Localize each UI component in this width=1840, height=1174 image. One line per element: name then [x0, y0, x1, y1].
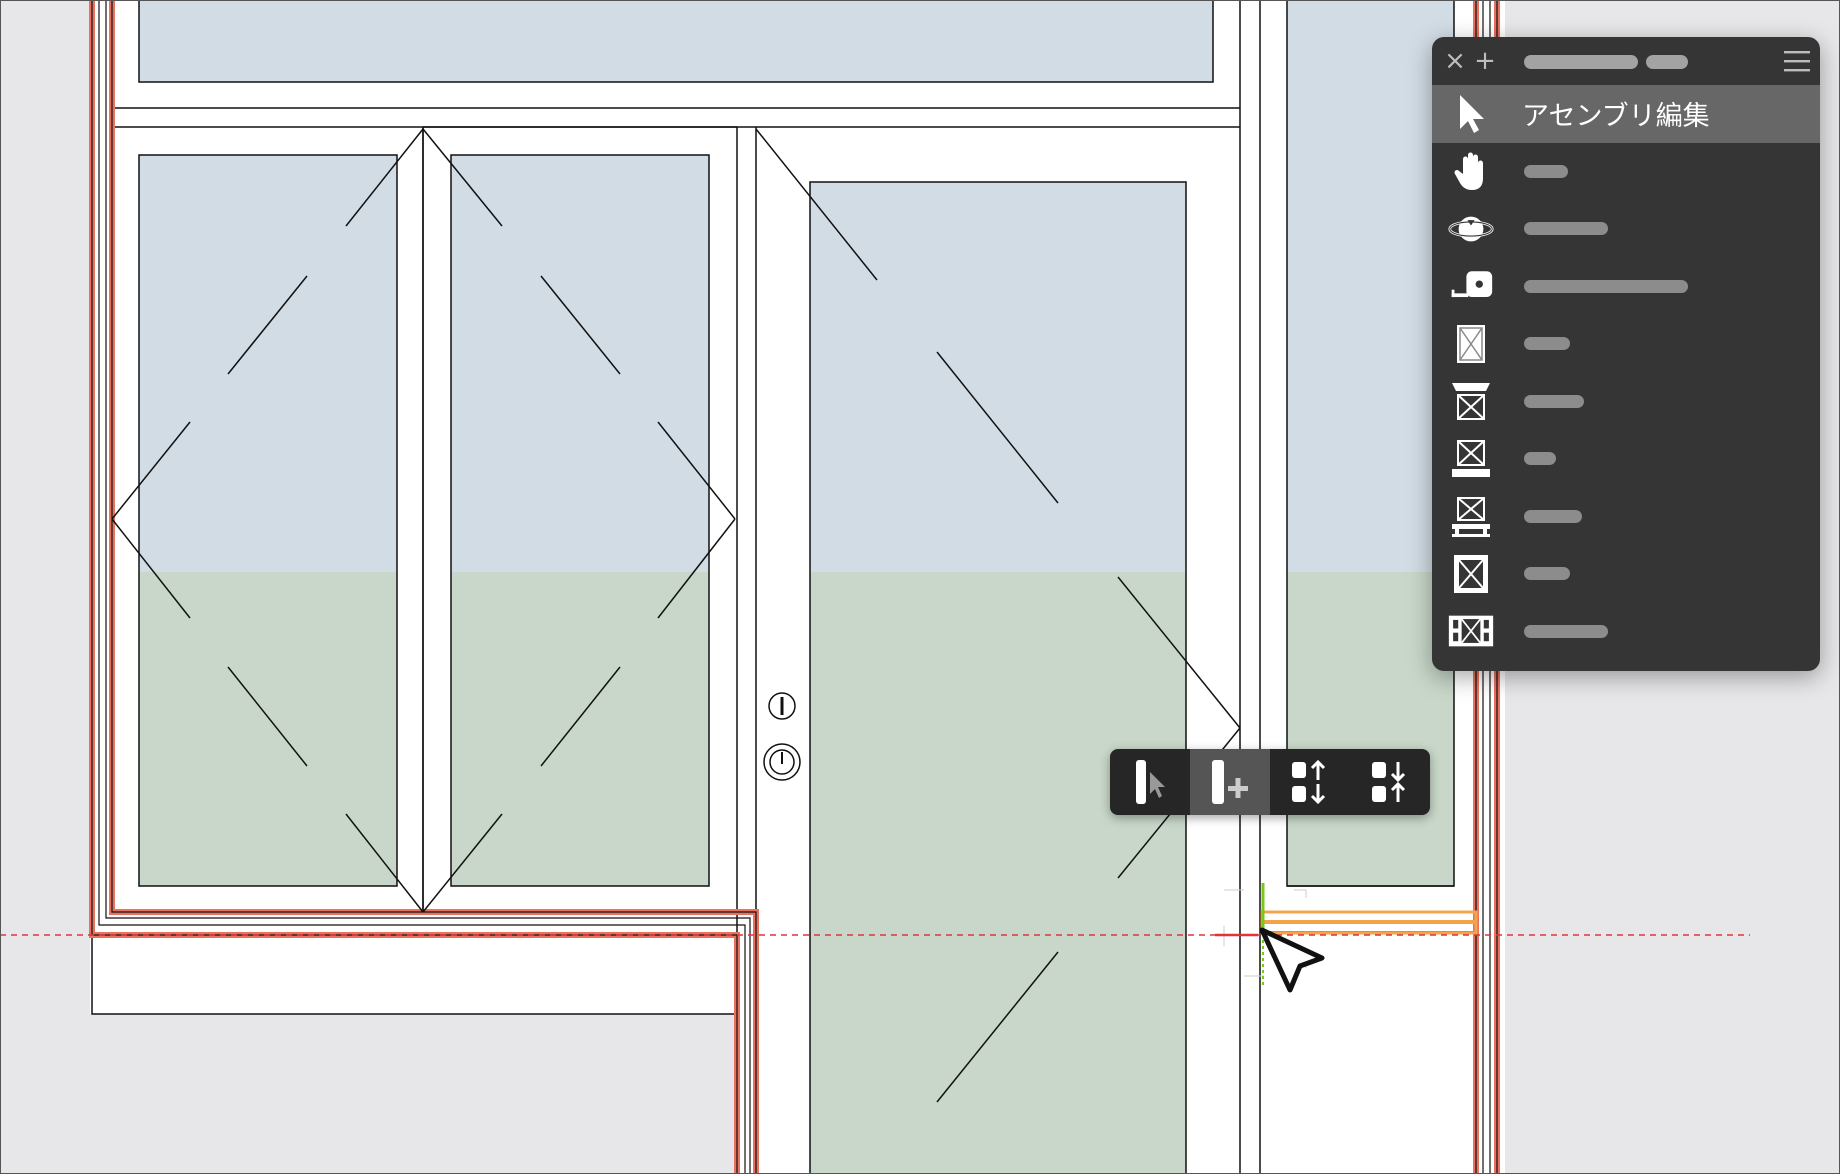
- sidelight-glass-bottom: [1287, 572, 1454, 886]
- pan-hand-icon: [1448, 148, 1494, 194]
- swap-down-up-icon: [1372, 762, 1406, 802]
- orbit-icon: [1448, 206, 1494, 252]
- tool-label-placeholder: [1524, 164, 1568, 178]
- tool-palette: × + アセンブリ編集: [1432, 37, 1820, 671]
- wall-fill-bottom: [90, 1014, 740, 1174]
- sidelight-panel-icon: [1448, 608, 1494, 654]
- sidelight-glass-top: [1287, 0, 1454, 572]
- add-member-icon: [1212, 760, 1248, 804]
- tool-label-assembly-edit: アセンブリ編集: [1522, 101, 1710, 133]
- swap-up-down-button[interactable]: [1270, 749, 1350, 815]
- close-icon[interactable]: ×: [1440, 43, 1470, 79]
- select-member-icon: [1136, 760, 1165, 804]
- tool-label-placeholder: [1524, 452, 1556, 466]
- palette-header: × +: [1432, 37, 1820, 85]
- swap-down-up-button[interactable]: [1350, 749, 1430, 815]
- tool-orbit[interactable]: [1432, 200, 1820, 258]
- wall-fill-left: [0, 0, 90, 1174]
- tool-assembly-edit[interactable]: アセンブリ編集: [1432, 85, 1820, 143]
- tool-label-placeholder: [1524, 509, 1582, 523]
- panel-x-icon: [1448, 321, 1494, 367]
- tool-label-placeholder: [1524, 624, 1608, 638]
- sill-stand-icon: [1448, 493, 1494, 539]
- head-frame-icon: [1448, 378, 1494, 424]
- tool-label-placeholder: [1524, 337, 1570, 351]
- tool-head[interactable]: [1432, 373, 1820, 431]
- select-arrow-icon: [1448, 91, 1494, 137]
- hamburger-menu-icon[interactable]: [1782, 43, 1812, 79]
- add-member-button[interactable]: [1190, 749, 1270, 815]
- tool-measure[interactable]: [1432, 258, 1820, 316]
- tool-sill[interactable]: [1432, 430, 1820, 488]
- middle-casement-glass-top: [451, 155, 709, 572]
- transom-glass: [138, 0, 1214, 83]
- left-casement-glass-bottom: [139, 572, 397, 886]
- middle-casement-glass-bottom: [451, 572, 709, 886]
- tool-pan[interactable]: [1432, 143, 1820, 201]
- tool-label-placeholder: [1524, 279, 1688, 293]
- tool-label-placeholder: [1524, 567, 1570, 581]
- door-glass-top: [810, 182, 1186, 572]
- sill-band: [91, 934, 738, 1015]
- framed-panel-icon: [1448, 551, 1494, 597]
- palette-subtitle-placeholder: [1646, 55, 1688, 69]
- swap-up-down-icon: [1292, 759, 1326, 805]
- tool-label-placeholder: [1524, 394, 1584, 408]
- tool-sidelight-panel[interactable]: [1432, 603, 1820, 661]
- sill-frame-icon: [1448, 436, 1494, 482]
- select-member-button[interactable]: [1110, 749, 1190, 815]
- left-casement-glass-top: [139, 155, 397, 572]
- tape-measure-icon: [1448, 263, 1494, 309]
- tool-label-placeholder: [1524, 222, 1608, 236]
- tool-sill-stand[interactable]: [1432, 488, 1820, 546]
- palette-title-placeholder: [1524, 55, 1638, 69]
- member-context-toolbar: [1110, 749, 1430, 815]
- door-glass-bottom: [810, 572, 1186, 1174]
- canvas-viewport[interactable]: × + アセンブリ編集: [0, 0, 1840, 1174]
- tool-panel[interactable]: [1432, 315, 1820, 373]
- tool-framed-panel[interactable]: [1432, 545, 1820, 603]
- add-icon[interactable]: +: [1470, 43, 1500, 79]
